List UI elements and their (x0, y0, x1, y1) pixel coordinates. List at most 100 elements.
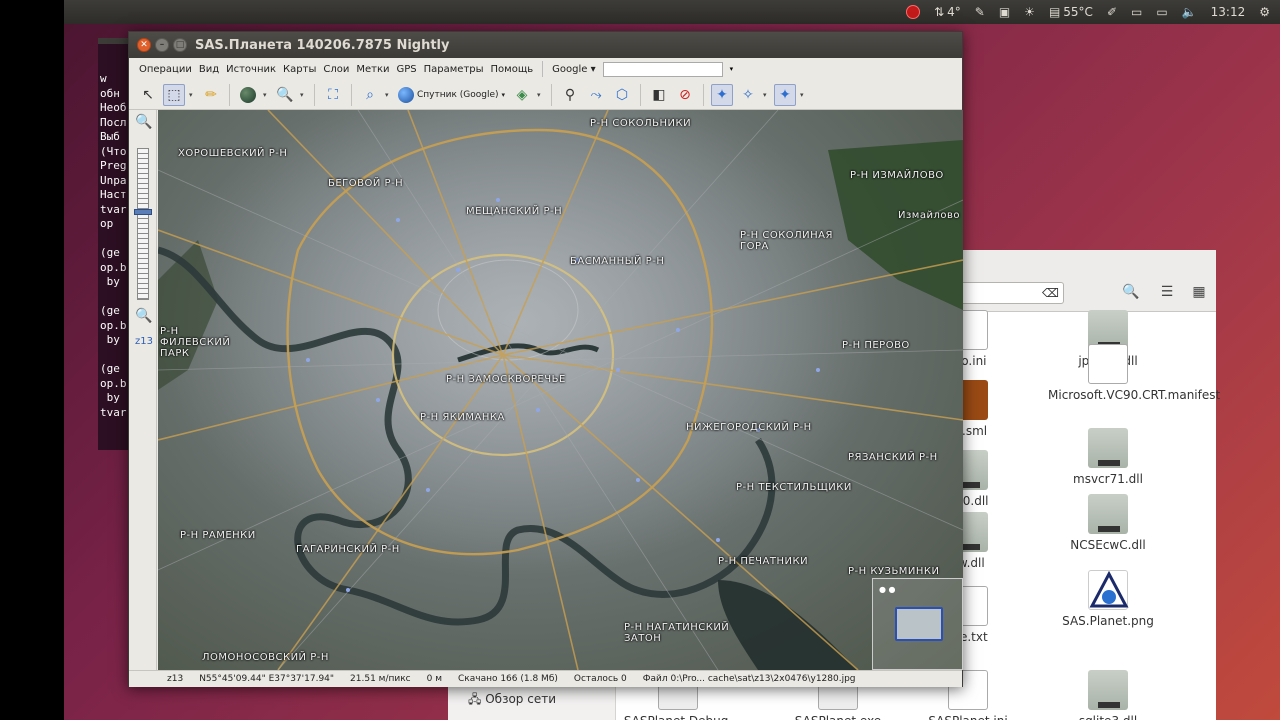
sas-planet-window: ✕ – □ SAS.Планета 140206.7875 Nightly Оп… (128, 31, 963, 687)
map-district-label: РЯЗАНСКИЙ Р-Н (848, 452, 938, 463)
toolbar-separator (314, 83, 315, 106)
zoom-slider[interactable] (137, 148, 149, 300)
satellite-globe-icon (398, 86, 414, 103)
file-badge-icon (1098, 460, 1120, 466)
window-titlebar[interactable]: ✕ – □ SAS.Планета 140206.7875 Nightly (129, 32, 962, 58)
map-district-label: Р-Н ПЕРОВО (842, 340, 910, 351)
toolbar-separator (703, 83, 705, 106)
gps-track-icon[interactable]: ✧ (737, 84, 759, 106)
file-item[interactable]: SAS.Planet.png (1048, 570, 1168, 629)
file-item[interactable]: NCSEcwC.dll (1048, 494, 1168, 553)
png-file-icon (1088, 570, 1129, 610)
status-coordinates: N55°45'09.44" E37°37'17.94" (199, 674, 335, 684)
delete-marks-icon[interactable]: ⊘ (674, 84, 696, 106)
settings-gear-icon[interactable]: ⚙ (1259, 5, 1270, 19)
menu-separator (542, 61, 544, 77)
grid-view-icon[interactable]: ▦ (1186, 284, 1212, 306)
sidebar-item-network[interactable]: 🖧 Обзор сети (468, 690, 556, 711)
globe-tool-icon[interactable] (237, 84, 259, 106)
menu-layers[interactable]: Слои (323, 64, 349, 75)
menu-operations[interactable]: Операции (139, 64, 192, 75)
search-dropdown-icon[interactable]: ▾ (730, 65, 734, 73)
add-path-icon[interactable]: ⤳ (585, 84, 607, 106)
zoom-level-label: z13 (135, 336, 153, 347)
status-scale: 21.51 м/пикс (350, 674, 411, 684)
menu-settings[interactable]: Параметры (424, 64, 484, 75)
top-panel: ⇅ 4° ✎ ▣ ☀ ▤ 55°C ✐ ▭ ▭ 🔈 13:12 ⚙ (64, 0, 1280, 24)
network-indicator[interactable]: ⇅ 4° (934, 5, 961, 19)
search-input[interactable] (602, 61, 723, 77)
map-source-label: Спутник (Google) (417, 89, 499, 100)
layers-dropdown-icon[interactable]: ▾ (537, 91, 544, 99)
clock[interactable]: 13:12 (1211, 5, 1246, 19)
fullscreen-icon[interactable]: ⛶ (322, 84, 344, 106)
search-map-dropdown-icon[interactable]: ▾ (385, 91, 392, 99)
list-view-icon[interactable]: ☰ (1154, 284, 1180, 306)
tray-box-icon[interactable]: ▣ (999, 5, 1010, 19)
minimap-viewport[interactable] (895, 607, 943, 641)
globe-dropdown-icon[interactable]: ▾ (263, 91, 270, 99)
brightness-icon[interactable]: ☀ (1024, 5, 1035, 19)
gps-track-dropdown-icon[interactable]: ▾ (763, 91, 770, 99)
status-downloaded: Скачано 166 (1.8 Мб) (458, 674, 558, 684)
network-folder-icon: 🖧 (468, 692, 482, 706)
record-indicator-icon[interactable] (906, 5, 921, 19)
menu-gps[interactable]: GPS (397, 64, 417, 75)
map-view[interactable]: Р-Н СОКОЛЬНИКИ ХОРОШЕВСКИЙ Р-Н БЕГОВОЙ Р-Н… (158, 110, 963, 670)
pencil-indicator-icon[interactable]: ✎ (975, 5, 985, 19)
marks-visibility-icon[interactable]: ◧ (648, 84, 670, 106)
map-source-select[interactable]: Спутник (Google) ▾ (396, 86, 507, 103)
map-district-label: БАСМАННЫЙ Р-Н (570, 256, 665, 267)
zoom-in-icon[interactable]: 🔍 (135, 114, 152, 130)
select-area-tool-icon[interactable]: ⬚ (163, 83, 185, 106)
search-provider-select[interactable]: Google ▾ (552, 64, 595, 75)
battery-icon[interactable]: ▭ (1156, 5, 1167, 19)
layers-icon[interactable]: ◈ (511, 84, 533, 106)
add-polygon-icon[interactable]: ⬡ (611, 84, 633, 106)
menu-help[interactable]: Помощь (491, 64, 534, 75)
menu-source[interactable]: Источник (226, 64, 276, 75)
volume-icon[interactable]: 🔈 (1182, 5, 1197, 19)
menu-view[interactable]: Вид (199, 64, 219, 75)
file-search-input[interactable]: ⌫ (958, 282, 1064, 304)
temperature-indicator[interactable]: ▤ 55°C (1049, 5, 1093, 19)
ruler-tool-icon[interactable]: ✏ (200, 84, 222, 106)
zoom-tool-icon[interactable]: 🔍 (274, 84, 296, 106)
file-item[interactable]: sqlite3.dll (1048, 670, 1168, 720)
gps-center-dropdown-icon[interactable]: ▾ (800, 91, 807, 99)
keyboard-icon[interactable]: ▭ (1131, 5, 1142, 19)
zoom-dropdown-icon[interactable]: ▾ (300, 91, 307, 99)
map-district-label: Р-Н СОКОЛИНАЯ ГОРА (740, 230, 833, 252)
sidebar-item-label: Обзор сети (485, 692, 556, 706)
file-name: sqlite3.dll (1048, 714, 1168, 720)
search-map-icon[interactable]: ⌕ (359, 84, 381, 106)
brush-icon[interactable]: ✐ (1107, 5, 1117, 19)
select-area-dropdown-icon[interactable]: ▾ (189, 91, 196, 99)
minimap-zoom-icons[interactable]: ● ● (879, 585, 896, 594)
gps-connect-icon[interactable]: ✦ (711, 83, 734, 106)
pointer-tool-icon[interactable]: ↖ (137, 84, 159, 106)
dll-file-icon (1088, 428, 1128, 468)
map-district-label: Р-Н ИЗМАЙЛОВО (850, 170, 944, 181)
minimize-window-button[interactable]: – (155, 38, 169, 52)
maximize-window-button[interactable]: □ (173, 38, 187, 52)
map-district-label: Р-Н ЯКИМАНКА (420, 412, 505, 423)
menu-marks[interactable]: Метки (356, 64, 389, 75)
file-item[interactable]: msvcr71.dll (1048, 428, 1168, 487)
network-icon: ⇅ (934, 5, 945, 19)
zoom-slider-thumb[interactable] (134, 208, 152, 215)
mini-map[interactable]: ● ● (872, 578, 963, 670)
clear-search-icon[interactable]: ⌫ (1042, 286, 1059, 300)
add-placemark-icon[interactable]: ⚲ (559, 84, 581, 106)
close-window-button[interactable]: ✕ (137, 38, 151, 52)
menu-maps[interactable]: Карты (283, 64, 316, 75)
search-icon[interactable]: 🔍 (1118, 284, 1144, 306)
gps-center-icon[interactable]: ✦ (774, 83, 797, 106)
zoom-out-icon[interactable]: 🔍 (135, 308, 152, 324)
file-name: SASPlanet.Debug. (618, 714, 738, 720)
map-district-label: ХОРОШЕВСКИЙ Р-Н (178, 148, 288, 159)
map-district-label: Измайлово (898, 210, 960, 221)
file-item[interactable]: Microsoft.VC90.CRT.manifest (1048, 344, 1220, 403)
map-district-label: Р-Н РАМЕНКИ (180, 530, 256, 541)
file-name: NCSEcwC.dll (1070, 538, 1146, 552)
